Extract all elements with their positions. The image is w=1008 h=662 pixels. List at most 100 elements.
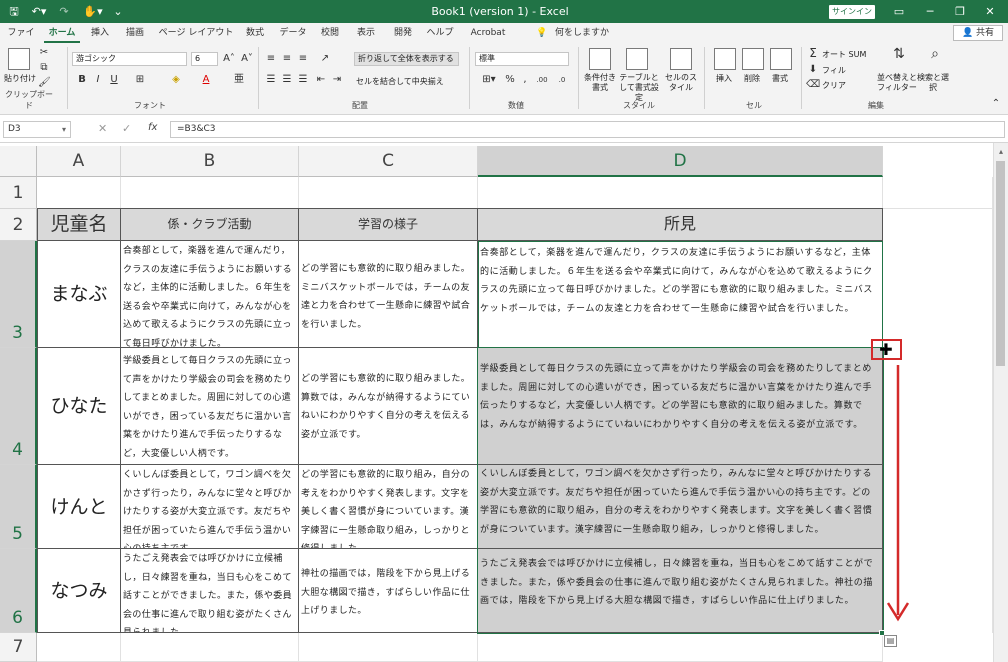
close-button[interactable]: ✕ bbox=[980, 0, 1000, 23]
cell[interactable] bbox=[37, 177, 121, 209]
copy-icon[interactable]: ⧉ bbox=[38, 61, 50, 75]
study-cell[interactable]: どの学習にも意欲的に取り組み，自分の考えをわかりやすく発表します。文字を美しく書… bbox=[299, 465, 478, 549]
remarks-cell-active[interactable]: 合奏部として，楽器を進んで運んだり，クラスの友達に手伝うようにお願いするなど，主… bbox=[478, 241, 883, 348]
column-header-b[interactable]: B bbox=[121, 146, 299, 177]
underline-icon[interactable]: U bbox=[108, 73, 120, 87]
enter-icon[interactable]: ✓ bbox=[122, 122, 131, 135]
number-format-select[interactable]: 標準 bbox=[475, 52, 569, 66]
conditional-format-icon[interactable] bbox=[589, 48, 611, 70]
delete-cells-button[interactable]: 削除 bbox=[744, 73, 760, 84]
align-middle-icon[interactable]: ≡ bbox=[280, 52, 294, 66]
student-name-cell[interactable]: けんと bbox=[37, 465, 121, 549]
decrease-indent-icon[interactable]: ⇤ bbox=[314, 73, 328, 87]
student-name-cell[interactable]: なつみ bbox=[37, 549, 121, 633]
increase-indent-icon[interactable]: ⇥ bbox=[330, 73, 344, 87]
header-cell-study[interactable]: 学習の様子 bbox=[299, 208, 478, 241]
tab-insert[interactable]: 挿入 bbox=[87, 26, 113, 43]
paste-icon[interactable] bbox=[8, 48, 30, 70]
format-as-table-button[interactable]: テーブルとして書式設定 bbox=[616, 73, 662, 103]
header-cell-name[interactable]: 児童名 bbox=[37, 208, 121, 241]
sort-filter-button[interactable]: 並べ替えとフィルター bbox=[876, 73, 918, 93]
fill-color-icon[interactable]: ◈ bbox=[166, 73, 186, 87]
student-name-cell[interactable]: ひなた bbox=[37, 348, 121, 465]
align-bottom-icon[interactable]: ≡ bbox=[296, 52, 310, 66]
tab-draw[interactable]: 描画 bbox=[122, 26, 148, 43]
save-icon[interactable]: 🖫 bbox=[6, 0, 22, 23]
eraser-icon[interactable]: ⌫ bbox=[806, 78, 820, 92]
tell-me-search[interactable]: 何をしますか bbox=[552, 26, 612, 43]
cell[interactable] bbox=[478, 177, 883, 209]
align-right-icon[interactable]: ☰ bbox=[296, 73, 310, 87]
accounting-icon[interactable]: ⊞▾ bbox=[478, 73, 500, 87]
clear-button[interactable]: クリア bbox=[822, 80, 846, 91]
vertical-scrollbar[interactable]: ▴ bbox=[993, 143, 1008, 662]
paste-button[interactable]: 貼り付け bbox=[4, 73, 36, 84]
decrease-decimal-icon[interactable]: .0 bbox=[554, 73, 570, 87]
study-cell[interactable]: 神社の描画では，階段を下から見上げる大胆な構図で描き，すばらしい作品に仕上げりま… bbox=[299, 549, 478, 633]
comma-icon[interactable]: , bbox=[520, 73, 530, 87]
tab-review[interactable]: 校閲 bbox=[316, 26, 344, 43]
cell[interactable] bbox=[299, 633, 478, 662]
row-header-3[interactable]: 3 bbox=[0, 241, 37, 348]
remarks-cell[interactable]: 学級委員として毎日クラスの先頭に立って声をかけたり学級会の司会を務めたりしてまと… bbox=[478, 348, 883, 465]
decrease-font-icon[interactable]: A˅ bbox=[240, 52, 254, 66]
scroll-up-icon[interactable]: ▴ bbox=[996, 147, 1006, 157]
touch-mode-icon[interactable]: ✋▾ bbox=[82, 0, 104, 23]
conditional-format-button[interactable]: 条件付き書式 bbox=[582, 73, 618, 93]
row-header-4[interactable]: 4 bbox=[0, 348, 37, 465]
fill-button[interactable]: フィル bbox=[822, 65, 846, 76]
font-name-select[interactable]: 游ゴシック bbox=[72, 52, 187, 66]
row-header-1[interactable]: 1 bbox=[0, 177, 37, 209]
align-top-icon[interactable]: ≡ bbox=[264, 52, 278, 66]
orientation-icon[interactable]: ↗ bbox=[316, 52, 334, 66]
format-painter-icon[interactable]: 🖌 bbox=[38, 76, 51, 90]
chevron-down-icon[interactable]: ▾ bbox=[62, 125, 66, 134]
cell[interactable] bbox=[121, 177, 299, 209]
row-header-6[interactable]: 6 bbox=[0, 549, 37, 633]
font-size-select[interactable]: 6 bbox=[191, 52, 218, 66]
select-all-button[interactable] bbox=[0, 146, 37, 177]
club-activity-cell[interactable]: くいしんぼ委員として，ワゴン調べを欠かさず行ったり，みんなに堂々と呼びかけたりす… bbox=[121, 465, 299, 549]
find-select-button[interactable]: 検索と選択 bbox=[916, 73, 950, 93]
row-header-7[interactable]: 7 bbox=[0, 633, 37, 662]
cut-icon[interactable]: ✂ bbox=[38, 46, 50, 60]
cell-styles-button[interactable]: セルのスタイル bbox=[662, 73, 700, 93]
study-cell[interactable]: どの学習にも意欲的に取り組みました。算数では，みんなが納得するようにていねいにわ… bbox=[299, 348, 478, 465]
tab-page-layout[interactable]: ページ レイアウト bbox=[158, 26, 234, 43]
customize-qat-icon[interactable]: ⌄ bbox=[112, 0, 124, 23]
club-activity-cell[interactable]: 学級委員として毎日クラスの先頭に立って声をかけたり学級会の司会を務めたりしてまと… bbox=[121, 348, 299, 465]
phonetic-icon[interactable]: 亜 bbox=[232, 73, 246, 87]
row-header-2[interactable]: 2 bbox=[0, 209, 37, 241]
search-icon[interactable]: ⌕ bbox=[924, 47, 946, 61]
cell[interactable] bbox=[37, 633, 121, 662]
column-header-a[interactable]: A bbox=[37, 146, 121, 177]
merge-center-button[interactable]: セルを結合して中央揃え bbox=[356, 76, 444, 87]
tab-data[interactable]: データ bbox=[277, 26, 309, 43]
sigma-icon[interactable]: Σ bbox=[806, 46, 820, 60]
tab-help[interactable]: ヘルプ bbox=[424, 26, 456, 43]
redo-icon[interactable]: ↷ bbox=[56, 0, 72, 23]
wrap-text-button[interactable]: 折り返して全体を表示する bbox=[354, 52, 459, 66]
tab-view[interactable]: 表示 bbox=[352, 26, 380, 43]
quick-analysis-icon[interactable]: ▤ bbox=[884, 635, 897, 647]
header-cell-club[interactable]: 係・クラブ活動 bbox=[121, 208, 299, 241]
collapse-ribbon-icon[interactable]: ⌃ bbox=[990, 97, 1002, 111]
tab-acrobat[interactable]: Acrobat bbox=[464, 26, 512, 43]
format-as-table-icon[interactable] bbox=[626, 48, 648, 70]
signin-button[interactable]: サインイン bbox=[829, 5, 875, 19]
cell[interactable] bbox=[299, 177, 478, 209]
column-header-d[interactable]: D bbox=[478, 146, 883, 177]
cell[interactable] bbox=[478, 633, 883, 662]
format-cells-button[interactable]: 書式 bbox=[772, 73, 788, 84]
undo-icon[interactable]: ↶▾ bbox=[28, 0, 50, 23]
insert-function-icon[interactable]: fx bbox=[148, 122, 157, 133]
font-color-icon[interactable]: A bbox=[196, 73, 216, 87]
cell[interactable] bbox=[883, 177, 993, 209]
fill-icon[interactable]: ⬇ bbox=[806, 63, 820, 77]
tab-home[interactable]: ホーム bbox=[44, 26, 80, 43]
student-name-cell[interactable]: まなぶ bbox=[37, 241, 121, 348]
tab-formulas[interactable]: 数式 bbox=[240, 26, 270, 43]
restore-button[interactable]: ❐ bbox=[950, 0, 970, 23]
border-icon[interactable]: ⊞ bbox=[130, 73, 150, 87]
club-activity-cell[interactable]: うたごえ発表会では呼びかけに立候補し，日々練習を重ね，当日も心をこめて話すことが… bbox=[121, 549, 299, 633]
